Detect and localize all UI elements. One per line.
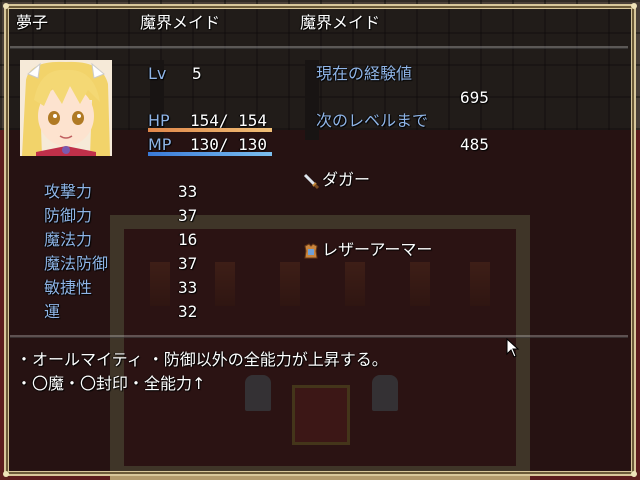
armor-icon: [302, 242, 320, 260]
window-corner: [3, 3, 9, 9]
exp-current-label: 現在の経験値: [316, 64, 413, 83]
param-value: 33: [178, 182, 198, 201]
param-label: 防御力: [44, 206, 93, 225]
window-corner: [631, 3, 637, 9]
dagger-icon: [302, 172, 320, 190]
param-label: 魔法力: [44, 230, 93, 249]
mp-gauge-fill: [148, 152, 272, 156]
equip-armor: レザーアーマー: [322, 240, 433, 259]
hp-gauge-fill: [148, 128, 272, 132]
level-label: Lv: [148, 64, 167, 83]
divider-bottom: [10, 335, 628, 338]
param-label: 運: [44, 302, 61, 321]
exp-next-value: 485: [460, 135, 489, 154]
actor-portrait: [20, 60, 112, 156]
mp-gauge: [148, 152, 272, 156]
exp-current-value: 695: [460, 88, 489, 107]
exp-next-label: 次のレベルまで: [316, 111, 429, 130]
profile-line-1: ・オールマイティ ・防御以外の全能力が上昇する。: [16, 350, 388, 369]
param-value: 16: [178, 230, 198, 249]
mouse-cursor-icon: [506, 337, 520, 358]
param-value: 37: [178, 254, 198, 273]
window-corner: [631, 471, 637, 477]
actor-nickname: 魔界メイド: [300, 13, 381, 32]
param-value: 37: [178, 206, 198, 225]
param-label: 敏捷性: [44, 278, 93, 297]
param-value: 33: [178, 278, 198, 297]
window-corner: [3, 471, 9, 477]
hp-gauge: [148, 128, 272, 132]
divider-top: [10, 46, 628, 49]
param-label: 魔法防御: [44, 254, 109, 273]
param-value: 32: [178, 302, 198, 321]
equip-weapon: ダガー: [322, 170, 371, 189]
level-value: 5: [192, 64, 202, 83]
actor-name: 夢子: [16, 13, 49, 32]
profile-line-2: ・〇魔・〇封印・全能力↑: [16, 374, 206, 393]
param-label: 攻撃力: [44, 182, 93, 201]
actor-class: 魔界メイド: [140, 13, 221, 32]
